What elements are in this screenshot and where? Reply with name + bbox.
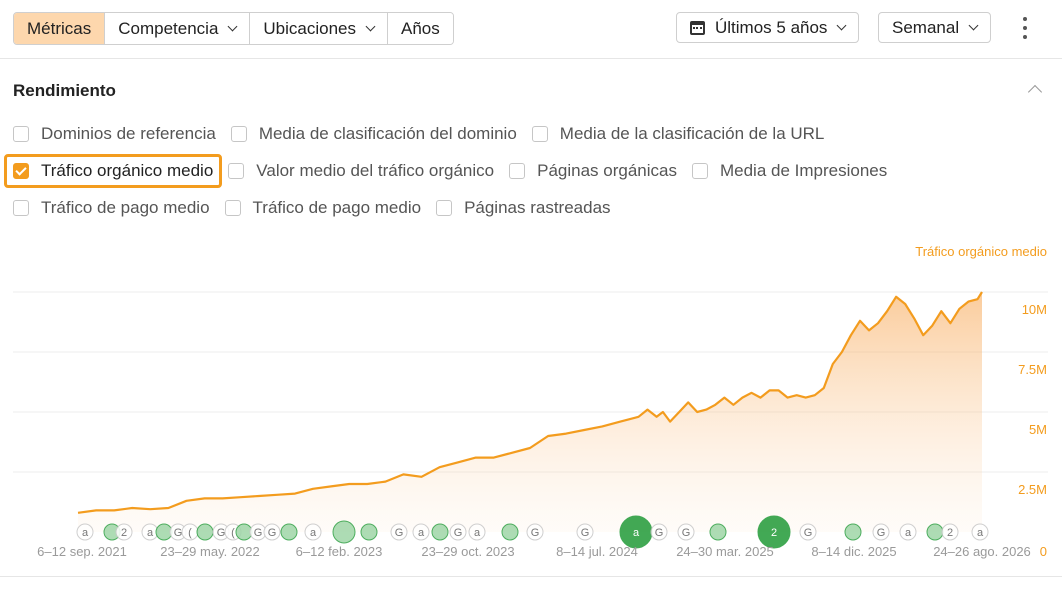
event-marker[interactable] [196, 523, 214, 541]
traffic-chart: Tráfico orgánico medio 02.5M5M7.5M10M a2… [13, 244, 1048, 559]
event-marker-glyph: G [804, 527, 813, 539]
checkbox-box[interactable] [691, 163, 708, 179]
checkbox-media-clasificacion-url[interactable]: Media de la clasificación de la URL [531, 124, 824, 144]
x-tick-label: 6–12 feb. 2023 [296, 544, 383, 559]
event-marker-glyph: a [905, 527, 912, 539]
event-marker-glyph: a [310, 527, 317, 539]
event-marker-glyph: a [977, 527, 984, 539]
calendar-icon [690, 20, 705, 35]
checkbox-dominios-referencia[interactable]: Dominios de referencia [13, 124, 216, 144]
chevron-down-icon [365, 21, 376, 32]
checkbox-paginas-rastreadas[interactable]: Páginas rastreadas [436, 198, 611, 218]
x-tick-label: 23–29 may. 2022 [160, 544, 260, 559]
checkbox-paginas-organicas[interactable]: Páginas orgánicas [509, 161, 677, 181]
chevron-down-icon [227, 21, 238, 32]
event-marker[interactable] [926, 523, 944, 541]
event-marker[interactable] [280, 523, 298, 541]
event-marker[interactable] [360, 523, 378, 541]
collapse-chevron-up-icon[interactable] [1027, 84, 1043, 100]
chart-bottom-divider [0, 576, 1062, 577]
event-marker-glyph: a [147, 527, 154, 539]
checkbox-media-impresiones[interactable]: Media de Impresiones [691, 161, 887, 181]
event-marker-glyph: a [82, 527, 89, 539]
checkbox-box[interactable] [230, 126, 247, 142]
checkbox-box[interactable] [13, 200, 29, 216]
checkbox-valor-medio-trafico-organico[interactable]: Valor medio del tráfico orgánico [228, 161, 494, 181]
y-tick-label: 0 [1040, 544, 1047, 559]
event-marker-glyph: G [877, 527, 886, 539]
x-tick-label: 8–14 jul. 2024 [556, 544, 638, 559]
event-marker-glyph: G [268, 527, 277, 539]
y-tick-label: 10M [1022, 302, 1047, 317]
event-marker[interactable] [501, 523, 519, 541]
checkbox-trafico-pago-medio-2[interactable]: Tráfico de pago medio [224, 198, 421, 218]
checkbox-row-1: Dominios de referencia Media de clasific… [13, 121, 839, 147]
event-marker-glyph: G [217, 527, 226, 539]
event-marker[interactable] [709, 523, 727, 541]
x-tick-label: 24–30 mar. 2025 [676, 544, 774, 559]
x-tick-label: 6–12 sep. 2021 [37, 544, 127, 559]
event-marker-glyph: G [655, 527, 664, 539]
date-range-dropdown[interactable]: Últimos 5 años [676, 12, 860, 43]
tab-metricas[interactable]: Métricas [14, 13, 105, 44]
checkbox-box[interactable] [224, 200, 241, 216]
y-tick-label: 5M [1029, 422, 1047, 437]
event-marker-glyph: a [418, 527, 425, 539]
tab-anos[interactable]: Años [387, 13, 453, 44]
granularity-dropdown[interactable]: Semanal [878, 12, 992, 43]
y-tick-label: 7.5M [1018, 362, 1047, 377]
tab-competencia[interactable]: Competencia [104, 13, 250, 44]
checkbox-box[interactable] [509, 163, 526, 179]
event-marker-glyph: G [531, 527, 540, 539]
event-marker-glyph: 2 [121, 527, 127, 539]
checkbox-trafico-organico-medio[interactable]: Tráfico orgánico medio [4, 154, 223, 188]
chevron-down-icon [968, 20, 979, 31]
section-title: Rendimiento [13, 81, 116, 100]
x-tick-label: 24–26 ago. 2026 [933, 544, 1031, 559]
event-marker-glyph: 2 [771, 527, 777, 539]
event-marker-glyph: G [581, 527, 590, 539]
more-options-icon[interactable] [1019, 17, 1031, 39]
checkbox-box[interactable] [531, 126, 548, 142]
y-tick-label: 2.5M [1018, 482, 1047, 497]
event-marker[interactable] [844, 523, 862, 541]
chevron-down-icon [836, 20, 847, 31]
x-tick-label: 23–29 oct. 2023 [421, 544, 514, 559]
event-marker-glyph: 2 [947, 527, 953, 539]
event-marker-glyph: G [174, 527, 183, 539]
checkbox-checked-icon[interactable] [13, 163, 29, 179]
view-segmented-control: Métricas Competencia Ubicaciones Años [13, 12, 454, 45]
event-marker-glyph: G [395, 527, 404, 539]
event-marker[interactable] [332, 520, 356, 544]
event-marker[interactable] [431, 523, 449, 541]
toolbar-divider [0, 58, 1062, 59]
checkbox-box[interactable] [228, 163, 245, 179]
checkbox-row-2: Tráfico orgánico medio Valor medio del t… [4, 154, 902, 188]
x-tick-label: 8–14 dic. 2025 [811, 544, 896, 559]
event-marker-glyph: G [254, 527, 263, 539]
event-marker-glyph: ( [188, 527, 192, 539]
checkbox-trafico-pago-medio[interactable]: Tráfico de pago medio [13, 198, 210, 218]
event-marker-glyph: G [682, 527, 691, 539]
event-marker-glyph: G [454, 527, 463, 539]
checkbox-box[interactable] [13, 126, 29, 142]
y-axis-title: Tráfico orgánico medio [915, 244, 1047, 259]
checkbox-media-clasificacion-dominio[interactable]: Media de clasificación del dominio [230, 124, 517, 144]
event-marker-glyph: a [474, 527, 481, 539]
event-marker-glyph: a [633, 527, 640, 539]
tab-ubicaciones[interactable]: Ubicaciones [249, 13, 388, 44]
checkbox-row-3: Tráfico de pago medio Tráfico de pago me… [13, 195, 626, 221]
toolbar: Métricas Competencia Ubicaciones Años Úl… [0, 0, 1062, 58]
checkbox-box[interactable] [436, 200, 453, 216]
event-marker-glyph: ( [231, 527, 235, 539]
